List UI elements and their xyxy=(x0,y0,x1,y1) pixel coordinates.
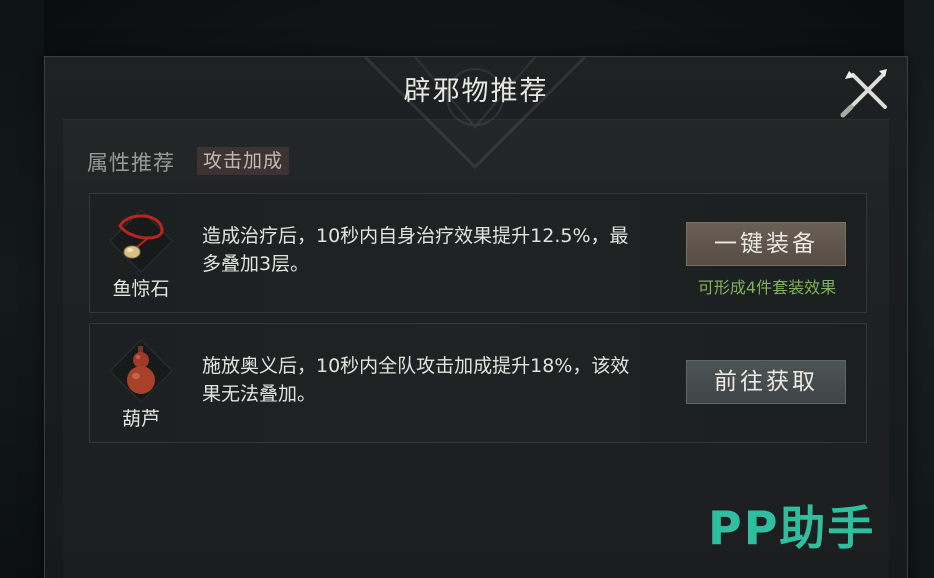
close-button[interactable] xyxy=(839,65,893,119)
item-card-yujingshi: 鱼惊石 造成治疗后，10秒内自身治疗效果提升12.5%，最多叠加3层。 一键装备… xyxy=(89,193,867,313)
attribute-recommend-label: 属性推荐 xyxy=(87,151,175,175)
item-description: 造成治疗后，10秒内自身治疗效果提升12.5%，最多叠加3层。 xyxy=(202,225,629,275)
item-card-hulu: 葫芦 施放奥义后，10秒内全队攻击加成提升18%，该效果无法叠加。 前往获取 xyxy=(89,323,867,443)
game-scene: 辟邪物推荐 属性推荐 攻击加成 鱼惊石 造成治疗后，10秒内自身治疗效果提升12… xyxy=(0,0,934,578)
background-left xyxy=(0,0,44,578)
background-right xyxy=(904,0,934,578)
one-click-equip-button[interactable]: 一键装备 xyxy=(686,222,846,266)
red-cord-pendant-icon xyxy=(109,209,173,273)
crossed-swords-close-icon xyxy=(840,69,887,118)
watermark-logo: PP助手 xyxy=(708,501,876,555)
dialog-title: 辟邪物推荐 xyxy=(403,76,549,107)
item-description: 施放奥义后，10秒内全队攻击加成提升18%，该效果无法叠加。 xyxy=(202,355,630,405)
go-acquire-button[interactable]: 前往获取 xyxy=(686,360,846,404)
item-name: 葫芦 xyxy=(121,408,160,430)
attribute-tag: 攻击加成 xyxy=(197,147,290,175)
item-name: 鱼惊石 xyxy=(112,278,170,300)
set-effect-hint: 可形成4件套装效果 xyxy=(697,278,837,297)
gourd-icon xyxy=(109,339,173,403)
